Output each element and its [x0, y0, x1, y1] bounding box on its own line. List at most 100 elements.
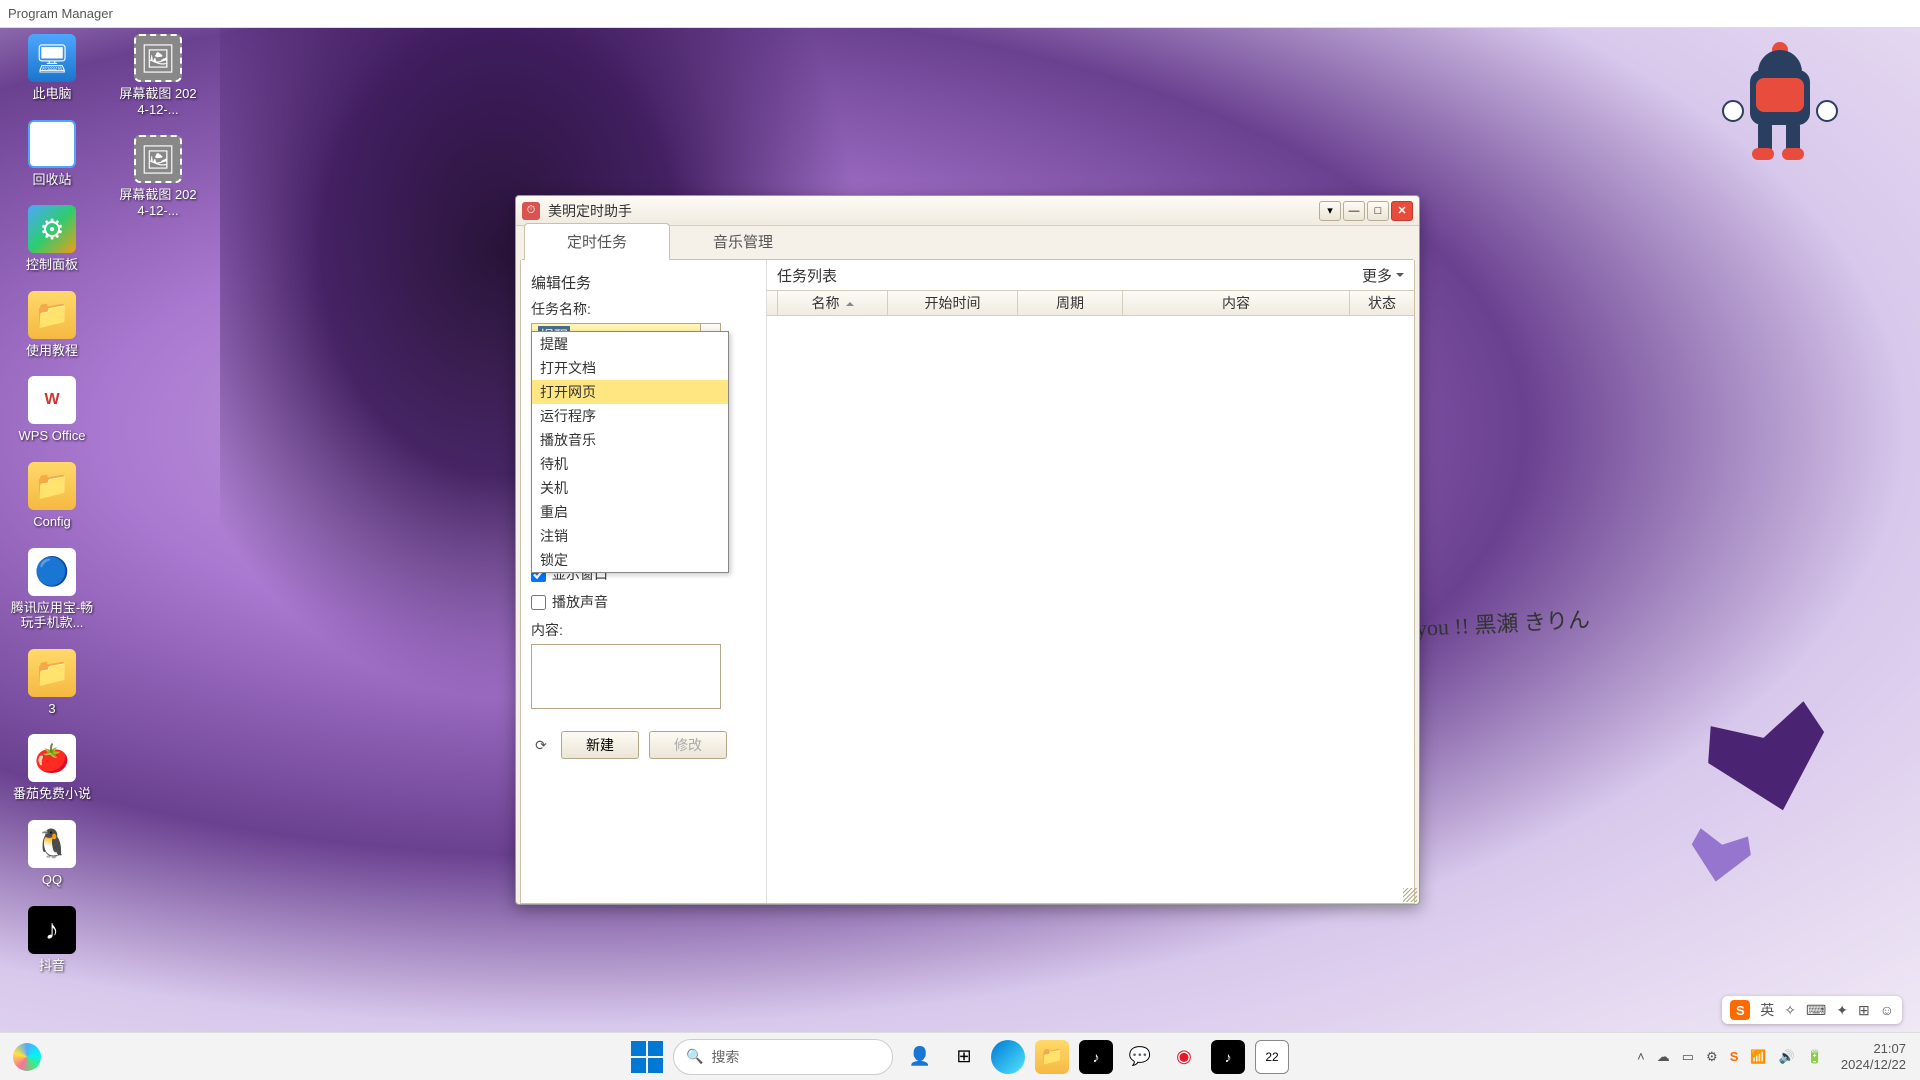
window-content: 编辑任务 任务名称: 提醒 提醒 打开文档 打开网页 运行程序 播放音乐 待机 …	[520, 260, 1415, 904]
tab-scheduled-tasks[interactable]: 定时任务	[524, 223, 670, 260]
taskbar-app-explorer[interactable]: 📁	[1035, 1040, 1069, 1074]
douyin-icon: ♪	[28, 906, 76, 954]
dropdown-option-restart[interactable]: 重启	[532, 500, 728, 524]
start-button[interactable]	[631, 1041, 663, 1073]
wallpaper-heart-icon	[1686, 827, 1754, 887]
desktop-icon-recycle-bin[interactable]: ♻回收站	[8, 120, 96, 188]
taskbar-app-edge[interactable]	[991, 1040, 1025, 1074]
app-icon: ⏱	[522, 202, 540, 220]
dropdown-option-open-web[interactable]: 打开网页	[532, 380, 728, 404]
dropdown-option-logoff[interactable]: 注销	[532, 524, 728, 548]
checkbox-play-sound[interactable]: 播放声音	[531, 592, 756, 612]
window-close-button[interactable]: ✕	[1391, 201, 1413, 221]
dropdown-option-standby[interactable]: 待机	[532, 452, 728, 476]
desktop-icon-this-pc[interactable]: 🖥此电脑	[8, 34, 96, 102]
window-title: 美明定时助手	[548, 201, 1319, 221]
taskbar-search[interactable]: 🔍 搜索	[673, 1039, 893, 1075]
image-icon: 🖼	[134, 34, 182, 82]
taskbar-widgets-button[interactable]	[8, 1038, 46, 1076]
desktop-icon-screenshot-2[interactable]: 🖼屏幕截图 2024-12-...	[114, 135, 202, 218]
ime-keyboard-icon[interactable]: ⌨	[1806, 1002, 1826, 1019]
taskbar-app-avatar[interactable]: 👤	[903, 1040, 937, 1074]
desktop-icon-config[interactable]: 📁Config	[8, 462, 96, 530]
taskbar-app-douyin[interactable]: ♪	[1079, 1040, 1113, 1074]
search-icon: 🔍	[686, 1048, 703, 1065]
desktop-icon-control-panel[interactable]: ⚙控制面板	[8, 205, 96, 273]
tray-app-icon[interactable]: ⚙	[1706, 1049, 1718, 1065]
sort-asc-icon	[846, 295, 854, 311]
tab-music-manage[interactable]: 音乐管理	[670, 223, 816, 260]
tray-wifi-icon[interactable]: 📶	[1750, 1049, 1766, 1065]
window-dropdown-button[interactable]: ▾	[1319, 201, 1341, 221]
tab-bar: 定时任务 音乐管理	[516, 226, 1419, 260]
window-maximize-button[interactable]: □	[1367, 201, 1389, 221]
folder-icon: 📁	[28, 291, 76, 339]
ime-tool-icon[interactable]: ⊞	[1858, 1002, 1870, 1019]
tray-security-icon[interactable]: ▭	[1682, 1049, 1694, 1065]
grid-header-name[interactable]: 名称	[777, 291, 887, 315]
image-icon: 🖼	[134, 135, 182, 183]
tray-onedrive-icon[interactable]: ☁	[1657, 1049, 1670, 1065]
task-list-heading: 任务列表	[777, 265, 837, 286]
window-titlebar[interactable]: ⏱ 美明定时助手 ▾ — □ ✕	[516, 196, 1419, 226]
ime-tool-icon[interactable]: ✦	[1836, 1002, 1848, 1019]
task-list-panel: 任务列表 更多 名称 开始时间 周期 内容 状态	[766, 260, 1414, 903]
sogou-logo-icon[interactable]: S	[1730, 1000, 1750, 1020]
dropdown-option-open-doc[interactable]: 打开文档	[532, 356, 728, 380]
taskbar-clock[interactable]: 21:07 2024/12/22	[1841, 1041, 1912, 1072]
copilot-icon	[13, 1043, 41, 1071]
tray-volume-icon[interactable]: 🔊	[1779, 1049, 1795, 1065]
dropdown-option-remind[interactable]: 提醒	[532, 332, 728, 356]
taskbar-app-calendar[interactable]: 22	[1255, 1040, 1289, 1074]
taskbar-center: 🔍 搜索 👤 ⊞ 📁 ♪ 💬 ◉ ♪ 22	[631, 1039, 1289, 1075]
ime-emoji-icon[interactable]: ☺	[1880, 1002, 1894, 1018]
desktop-icon-wps[interactable]: WWPS Office	[8, 376, 96, 444]
wps-icon: W	[28, 376, 76, 424]
taskbar-app-weibo[interactable]: ◉	[1167, 1040, 1201, 1074]
task-name-label: 任务名称:	[531, 299, 756, 319]
taskbar-tray: ˄ ☁ ▭ ⚙ S 📶 🔊 🔋 21:07 2024/12/22	[1637, 1041, 1912, 1072]
tomato-icon: 🍅	[28, 734, 76, 782]
modify-button: 修改	[649, 731, 727, 759]
grid-header-cycle[interactable]: 周期	[1017, 291, 1122, 315]
desktop-icon-douyin[interactable]: ♪抖音	[8, 906, 96, 974]
qq-icon: 🐧	[28, 820, 76, 868]
window-resize-handle[interactable]	[1403, 888, 1417, 902]
checkbox-input[interactable]	[531, 595, 546, 610]
new-button[interactable]: 新建	[561, 731, 639, 759]
clock-time: 21:07	[1841, 1041, 1906, 1057]
tray-overflow-icon[interactable]: ˄	[1637, 1049, 1645, 1064]
ime-tool-icon[interactable]: ✧	[1784, 1002, 1796, 1019]
desktop-icon-folder-3[interactable]: 📁3	[8, 649, 96, 717]
ime-toolbar[interactable]: S 英 ✧ ⌨ ✦ ⊞ ☺	[1722, 996, 1902, 1024]
ime-lang-toggle[interactable]: 英	[1760, 1000, 1774, 1020]
desktop-mascot-widget[interactable]	[1720, 40, 1840, 175]
dropdown-option-play-music[interactable]: 播放音乐	[532, 428, 728, 452]
taskbar: 🔍 搜索 👤 ⊞ 📁 ♪ 💬 ◉ ♪ 22 ˄ ☁ ▭ ⚙ S 📶 🔊 🔋 21…	[0, 1032, 1920, 1080]
tray-sogou-icon[interactable]: S	[1730, 1049, 1739, 1064]
taskbar-app-wechat[interactable]: 💬	[1123, 1040, 1157, 1074]
content-textarea[interactable]	[531, 644, 721, 709]
more-dropdown[interactable]: 更多	[1362, 265, 1404, 286]
grid-header-start[interactable]: 开始时间	[887, 291, 1017, 315]
grid-header-content[interactable]: 内容	[1122, 291, 1349, 315]
grid-header-status[interactable]: 状态	[1349, 291, 1414, 315]
folder-icon: 📁	[28, 649, 76, 697]
desktop-icon-tutorial[interactable]: 📁使用教程	[8, 291, 96, 359]
dropdown-option-shutdown[interactable]: 关机	[532, 476, 728, 500]
taskbar-app-taskview[interactable]: ⊞	[947, 1040, 981, 1074]
edit-task-panel: 编辑任务 任务名称: 提醒 提醒 打开文档 打开网页 运行程序 播放音乐 待机 …	[521, 260, 766, 903]
dropdown-option-lock[interactable]: 锁定	[532, 548, 728, 572]
taskbar-app-tiktok[interactable]: ♪	[1211, 1040, 1245, 1074]
refresh-icon[interactable]: ⟳	[531, 737, 551, 754]
dropdown-option-run-program[interactable]: 运行程序	[532, 404, 728, 428]
desktop-icon-qq[interactable]: 🐧QQ	[8, 820, 96, 888]
window-minimize-button[interactable]: —	[1343, 201, 1365, 221]
desktop-icon-screenshot-1[interactable]: 🖼屏幕截图 2024-12-...	[114, 34, 202, 117]
grid-header: 名称 开始时间 周期 内容 状态	[767, 290, 1414, 316]
control-panel-icon: ⚙	[28, 205, 76, 253]
search-placeholder: 搜索	[711, 1047, 739, 1067]
desktop-icon-tencent-appstore[interactable]: 🔵腾讯应用宝-畅玩手机款...	[8, 548, 96, 631]
tray-battery-icon[interactable]: 🔋	[1807, 1049, 1823, 1065]
desktop-icon-tomato-novel[interactable]: 🍅番茄免费小说	[8, 734, 96, 802]
